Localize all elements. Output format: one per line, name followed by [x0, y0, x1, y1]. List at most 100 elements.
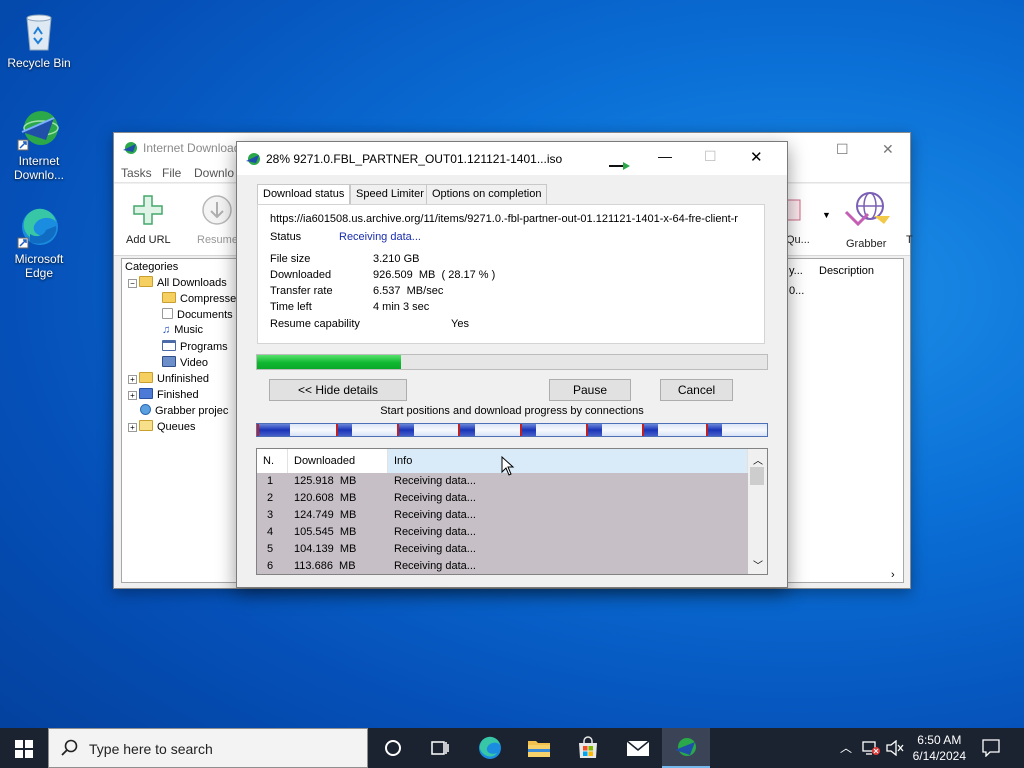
tree-item-queues[interactable]: + Queues — [128, 420, 196, 433]
connection-start-marker — [397, 424, 400, 436]
table-cell-n: 1 — [267, 475, 274, 487]
task-view-icon[interactable] — [428, 736, 452, 760]
column-header-number[interactable]: N. — [257, 449, 288, 473]
pause-button[interactable]: Pause — [549, 379, 631, 401]
tree-collapse-icon[interactable]: − — [128, 279, 137, 288]
add-url-button[interactable]: Add URL — [120, 188, 174, 252]
folder-open-icon — [139, 276, 153, 287]
tree-expand-icon[interactable]: + — [128, 375, 137, 384]
volume-muted-icon[interactable] — [886, 739, 904, 759]
categories-header: Categories — [125, 261, 179, 273]
table-cell-info: Receiving data... — [394, 509, 476, 521]
download-progress-dialog: 28% 9271.0.FBL_PARTNER_OUT01.121121-1401… — [236, 141, 788, 588]
desktop-icon-edge[interactable]: Microsoft Edge — [1, 204, 77, 280]
cancel-button[interactable]: Cancel — [660, 379, 733, 401]
menu-file[interactable]: File — [162, 166, 181, 180]
tree-item-compressed[interactable]: Compresse — [162, 292, 236, 305]
notifications-icon[interactable] — [982, 739, 1000, 760]
connection-start-marker — [585, 424, 588, 436]
clock-time: 6:50 AM — [917, 733, 962, 747]
connection-start-marker — [519, 424, 522, 436]
resume-icon — [201, 194, 233, 229]
network-icon[interactable] — [862, 740, 880, 759]
menu-tasks[interactable]: Tasks — [121, 166, 152, 180]
maximize-icon[interactable]: ☐ — [836, 141, 849, 158]
tab-download-status[interactable]: Download status — [257, 184, 351, 205]
tab-speed-limiter[interactable]: Speed Limiter — [350, 184, 430, 204]
close-icon[interactable]: ✕ — [882, 141, 894, 158]
chevron-down-icon[interactable]: ﹀ — [753, 557, 763, 572]
downloads-list[interactable]: y... Description 0... › — [786, 258, 904, 583]
dialog-title-bar[interactable]: 28% 9271.0.FBL_PARTNER_OUT01.121121-1401… — [237, 142, 787, 175]
connections-label: Start positions and download progress by… — [380, 405, 644, 417]
folder-icon — [162, 292, 176, 303]
mail-icon[interactable] — [626, 736, 650, 760]
add-url-label: Add URL — [126, 234, 171, 246]
table-cell-downloaded: 104.139 MB — [294, 543, 357, 555]
file-size-value: 3.210 GB — [373, 253, 420, 265]
table-row[interactable]: 4 105.545 MB Receiving data... — [257, 524, 748, 541]
chevron-up-icon[interactable]: ︿ — [840, 739, 852, 756]
column-header-info[interactable]: Info — [388, 449, 748, 473]
transfer-rate-label: Transfer rate — [270, 285, 333, 297]
resume-button[interactable]: Resume — [192, 188, 242, 252]
chevron-down-icon[interactable]: ▼ — [822, 210, 831, 220]
table-cell-info: Receiving data... — [394, 560, 476, 572]
close-icon[interactable]: ✕ — [750, 148, 763, 166]
downloaded-value: 926.509 MB ( 28.17 % ) — [373, 269, 496, 281]
hide-details-button[interactable]: << Hide details — [269, 379, 407, 401]
tree-expand-icon[interactable]: + — [128, 391, 137, 400]
connection-segment — [336, 424, 353, 436]
tab-options-on-completion[interactable]: Options on completion — [426, 184, 548, 204]
system-clock[interactable]: 6:50 AM 6/14/2024 — [913, 732, 966, 764]
edge-icon[interactable] — [478, 736, 502, 760]
file-explorer-icon[interactable] — [527, 736, 551, 760]
table-cell-info: Receiving data... — [394, 526, 476, 538]
tree-item-all-downloads[interactable]: − All Downloads — [128, 276, 227, 289]
grabber-button[interactable]: Grabber — [840, 188, 896, 252]
globe-icon — [140, 404, 151, 415]
tree-item-unfinished[interactable]: + Unfinished — [128, 372, 209, 385]
column-header-description[interactable]: Description — [819, 265, 874, 277]
tree-item-grabber-projects[interactable]: Grabber projec — [140, 404, 228, 417]
microsoft-store-icon[interactable] — [576, 736, 600, 760]
download-progress-fill — [257, 355, 401, 369]
tree-item-finished[interactable]: + Finished — [128, 388, 199, 401]
windows-start-icon[interactable] — [15, 740, 33, 761]
connection-start-marker — [705, 424, 708, 436]
connection-start-marker — [336, 424, 339, 436]
connections-table-body: 1 125.918 MB Receiving data... 2 120.608 MB R… — [257, 473, 748, 574]
table-row[interactable]: 6 113.686 MB Receiving data... — [257, 558, 748, 574]
table-cell-info: Receiving data... — [394, 492, 476, 504]
column-header-downloaded[interactable]: Downloaded — [288, 449, 388, 473]
vertical-scrollbar[interactable]: ︿ ﹀ — [748, 449, 767, 574]
tree-item-music[interactable]: ♫ Music — [162, 324, 203, 336]
status-label: Status — [270, 231, 302, 243]
add-url-icon — [132, 194, 164, 229]
idm-app-icon — [245, 151, 261, 167]
cortana-icon[interactable] — [381, 736, 405, 760]
taskbar-search-box[interactable]: Type here to search — [48, 728, 368, 768]
desktop-icon-recycle-bin[interactable]: Recycle Bin — [1, 8, 77, 70]
table-cell-downloaded: 113.686 MB — [294, 560, 356, 572]
column-header-partial[interactable]: y... — [789, 265, 803, 277]
menu-downloads[interactable]: Downlo — [194, 166, 234, 180]
queue-icon[interactable] — [785, 192, 806, 227]
tree-item-documents[interactable]: Documents — [162, 308, 233, 321]
tree-item-programs[interactable]: Programs — [162, 340, 228, 353]
scrollbar-thumb[interactable] — [750, 467, 764, 485]
chevron-up-icon[interactable]: ︿ — [753, 452, 763, 467]
tree-item-video[interactable]: Video — [162, 356, 208, 369]
desktop-icon-idm[interactable]: Internet Downlo... — [1, 106, 77, 182]
table-row[interactable]: 5 104.139 MB Receiving data... — [257, 541, 748, 558]
table-cell-n: 5 — [267, 543, 274, 555]
grabber-icon — [844, 190, 892, 233]
chevron-right-icon[interactable]: › — [891, 569, 895, 581]
taskbar-idm-button[interactable] — [662, 728, 710, 768]
tree-expand-icon[interactable]: + — [128, 423, 137, 432]
connection-segment — [705, 424, 723, 436]
table-row[interactable]: 3 124.749 MB Receiving data... — [257, 507, 748, 524]
minimize-icon[interactable]: — — [658, 148, 672, 164]
table-row[interactable]: 2 120.608 MB Receiving data... — [257, 490, 748, 507]
download-info-panel: https://ia601508.us.archive.org/11/items… — [257, 204, 765, 344]
